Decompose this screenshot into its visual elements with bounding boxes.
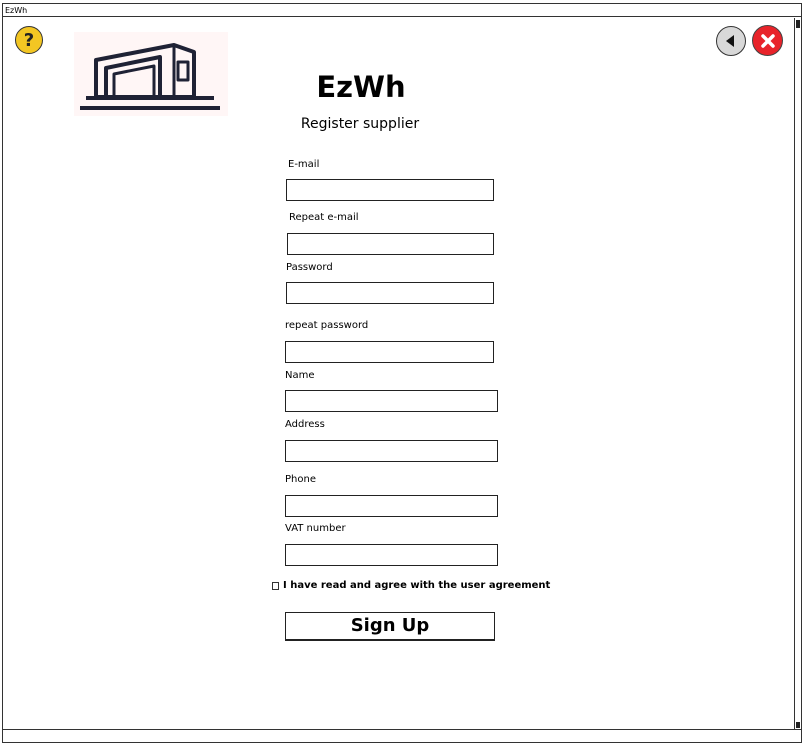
- repeat-password-field[interactable]: [285, 341, 494, 363]
- agreement-checkbox[interactable]: [272, 581, 279, 590]
- name-field[interactable]: [285, 390, 498, 412]
- page-subtitle: Register supplier: [300, 116, 420, 132]
- email-field[interactable]: [286, 179, 494, 201]
- horizontal-scrollbar[interactable]: [3, 729, 801, 742]
- name-label: Name: [285, 370, 315, 381]
- phone-field[interactable]: [285, 495, 498, 517]
- vertical-scrollbar[interactable]: [794, 18, 801, 730]
- app-title: EzWh: [316, 70, 406, 104]
- vat-number-field[interactable]: [285, 544, 498, 566]
- password-field[interactable]: [286, 282, 494, 304]
- close-icon: [760, 33, 775, 48]
- phone-label: Phone: [285, 474, 316, 485]
- warehouse-icon: [80, 43, 220, 110]
- address-field[interactable]: [285, 440, 498, 462]
- repeat-email-label: Repeat e-mail: [289, 212, 359, 223]
- vat-number-label: VAT number: [285, 523, 346, 534]
- email-label: E-mail: [288, 159, 320, 170]
- question-mark-icon: ?: [23, 29, 35, 51]
- scroll-down-arrow-icon[interactable]: [796, 722, 800, 728]
- address-label: Address: [285, 419, 325, 430]
- repeat-email-field[interactable]: [287, 233, 494, 255]
- window-title: EzWh: [3, 4, 801, 17]
- password-label: Password: [286, 262, 333, 273]
- agreement-label: I have read and agree with the user agre…: [283, 580, 551, 591]
- help-button[interactable]: ?: [15, 26, 43, 54]
- close-button[interactable]: [752, 25, 783, 56]
- scroll-up-arrow-icon[interactable]: [796, 20, 800, 28]
- agreement-row[interactable]: I have read and agree with the user agre…: [272, 580, 550, 591]
- sign-up-button[interactable]: Sign Up: [285, 612, 495, 641]
- back-button[interactable]: [716, 26, 746, 56]
- repeat-password-label: repeat password: [285, 320, 369, 331]
- warehouse-logo: [74, 32, 228, 116]
- back-arrow-icon: [726, 35, 734, 47]
